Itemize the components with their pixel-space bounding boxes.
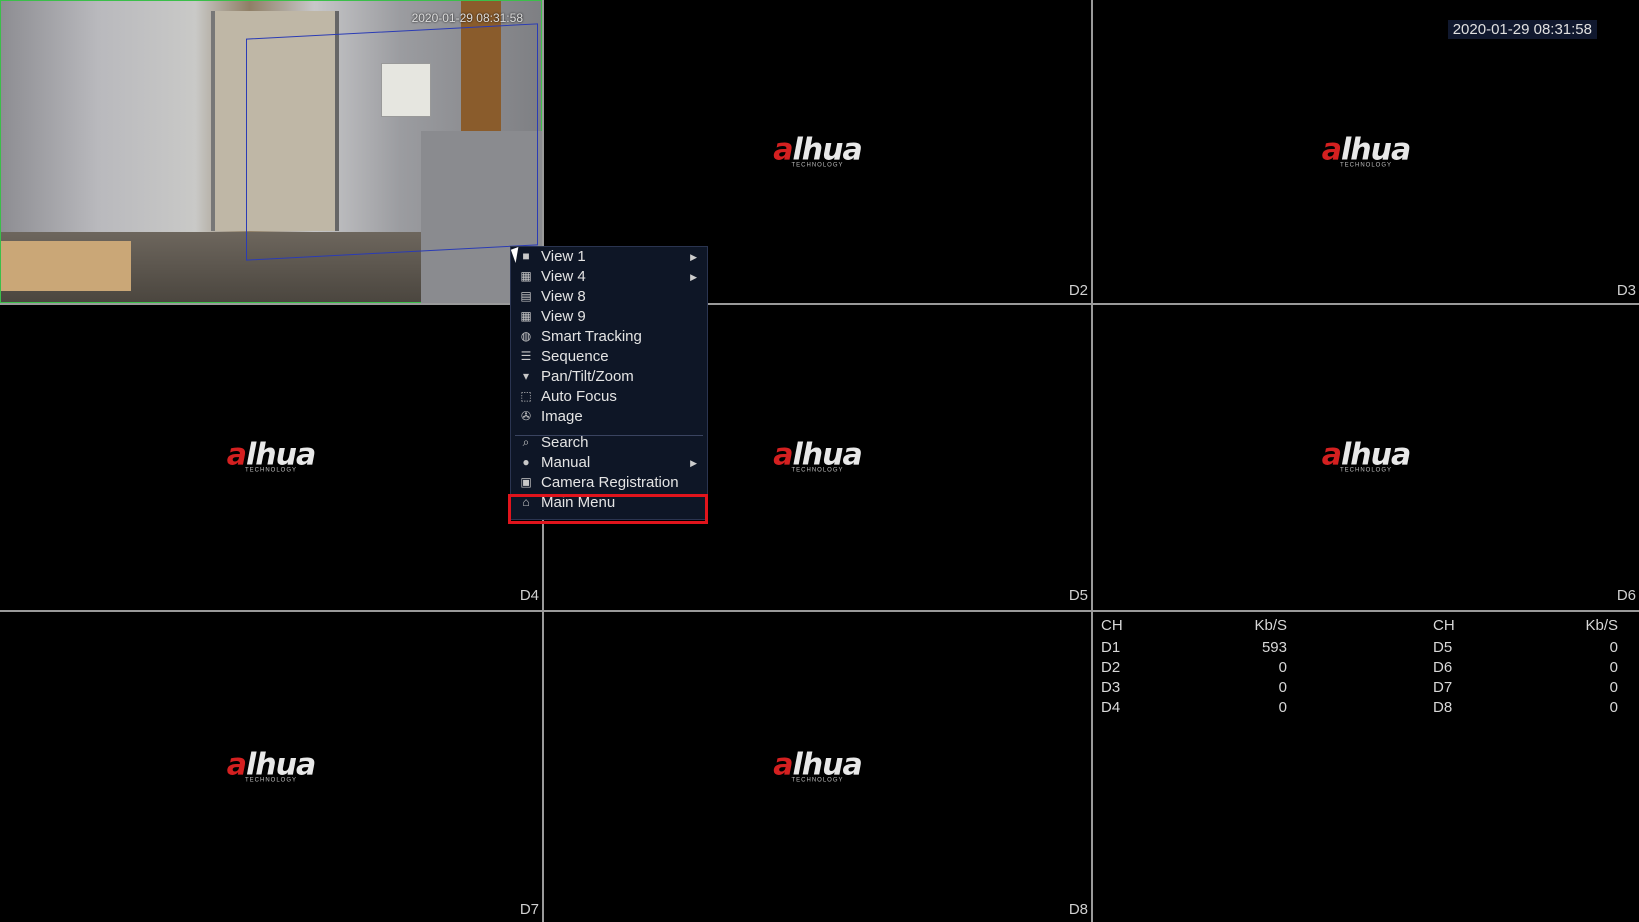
bitrate-value: 0 [1609,659,1618,676]
system-timestamp: 2020-01-29 08:31:58 [1447,20,1597,39]
channel-label: D5 [1068,587,1088,604]
bitrate-value: 593 [1261,639,1287,656]
camera-feed-d1[interactable]: 2020-01-29 08:31:58 [0,0,543,304]
dahua-logo: alhua TECHNOLOGY [1321,437,1412,474]
bitrate-channel: D4 [1101,699,1121,716]
dahua-logo: alhua TECHNOLOGY [226,437,317,474]
dahua-logo: alhua TECHNOLOGY [773,437,863,474]
feed-table [1,241,131,291]
main-menu-highlight [508,494,708,524]
search-icon: ⌕ [522,435,530,449]
submenu-arrow-icon: ▶ [690,458,697,468]
bitrate-channel: D2 [1101,659,1121,676]
channel-label: D4 [519,587,539,604]
bitrate-value: 0 [1278,659,1287,676]
menu-item-view-4[interactable]: ▦ View 4 ▶ [511,267,707,287]
menu-item-smart-tracking[interactable]: ◍ Smart Tracking [511,327,707,347]
bitrate-channel: D1 [1101,639,1121,656]
dahua-logo: alhua TECHNOLOGY [773,132,863,169]
camera-cell-d6[interactable]: alhua TECHNOLOGY D6 [1093,305,1639,608]
menu-item-label: View 9 [541,308,586,325]
bitrate-value: 0 [1278,679,1287,696]
channel-label: D2 [1068,282,1088,299]
menu-item-label: Camera Registration [541,474,679,491]
grid-divider [1091,0,1093,922]
feed-timestamp: 2020-01-29 08:31:58 [411,11,523,25]
bitrate-channel: D8 [1433,699,1453,716]
menu-item-view-9[interactable]: ▦ View 9 [511,307,707,327]
menu-item-label: View 4 [541,268,586,285]
bitrate-channel: D6 [1433,659,1453,676]
camera-cell-d8[interactable]: alhua TECHNOLOGY D8 [544,612,1091,922]
channel-label: D8 [1068,901,1088,918]
bitrate-row: D2 0 D6 0 [1090,659,1630,679]
context-menu: ■ View 1 ▶ ▦ View 4 ▶ ▤ View 8 ▦ View 9 ◍ Smart Tra… [510,246,708,520]
bitrate-channel: D5 [1433,639,1453,656]
menu-item-sequence[interactable]: ☰ Sequence [511,347,707,367]
camera-grid: 2020-01-29 08:31:58 alhua TECHNOLOGY D2 a… [0,0,1639,922]
camera-registration-icon: ▣ [520,475,532,489]
channel-label: D3 [1616,282,1636,299]
dahua-logo: alhua TECHNOLOGY [773,747,863,784]
menu-item-label: Auto Focus [541,388,617,405]
channel-label: D6 [1616,587,1636,604]
bitrate-channel: D3 [1101,679,1121,696]
camera-cell-d3[interactable]: alhua TECHNOLOGY 2020-01-29 08:31:58 D3 [1093,0,1639,303]
feed-roi-box [246,23,538,261]
ptz-icon: ▾ [522,369,530,383]
view9-icon: ▦ [520,309,532,323]
manual-icon: ● [522,455,530,469]
dahua-logo: alhua TECHNOLOGY [226,747,317,784]
menu-item-camera-registration[interactable]: ▣ Camera Registration [511,473,707,493]
menu-item-image[interactable]: ✇ Image [511,407,707,427]
menu-item-auto-focus[interactable]: ⬚ Auto Focus [511,387,707,407]
sequence-icon: ☰ [520,349,532,363]
menu-item-label: Smart Tracking [541,328,642,345]
auto-focus-icon: ⬚ [520,389,532,403]
bitrate-row: D3 0 D7 0 [1090,679,1630,699]
channel-label: D7 [519,901,539,918]
bitrate-header: CH Kb/S CH Kb/S [1101,617,1618,634]
submenu-arrow-icon: ▶ [690,272,697,282]
smart-tracking-icon: ◍ [520,329,532,343]
grid-divider [0,610,1639,612]
image-icon: ✇ [520,409,532,423]
menu-item-label: Pan/Tilt/Zoom [541,368,634,385]
menu-item-label: Sequence [541,348,609,365]
menu-item-label: Manual [541,454,591,471]
camera-cell-d7[interactable]: alhua TECHNOLOGY D7 [0,612,542,922]
menu-item-label: Search [541,434,589,451]
bitrate-value: 0 [1609,639,1618,656]
bitrate-value: 0 [1609,699,1618,716]
bitrate-value: 0 [1609,679,1618,696]
grid-divider [0,303,1639,305]
menu-item-label: View 1 [541,248,586,265]
menu-item-search[interactable]: ⌕ Search [511,433,707,453]
menu-item-view-1[interactable]: ■ View 1 ▶ [511,247,707,267]
bitrate-channel: D7 [1433,679,1453,696]
view8-icon: ▤ [520,289,532,303]
menu-item-view-8[interactable]: ▤ View 8 [511,287,707,307]
camera-cell-d4[interactable]: alhua TECHNOLOGY D4 [0,305,542,608]
dahua-logo: alhua TECHNOLOGY [1321,132,1412,169]
menu-item-label: Image [541,408,583,425]
bitrate-value: 0 [1278,699,1287,716]
view4-icon: ▦ [520,269,532,283]
menu-item-pan-tilt-zoom[interactable]: ▾ Pan/Tilt/Zoom [511,367,707,387]
menu-separator [515,435,703,436]
submenu-arrow-icon: ▶ [690,252,697,262]
menu-item-manual[interactable]: ● Manual ▶ [511,453,707,473]
menu-item-label: View 8 [541,288,586,305]
bitrate-row: D4 0 D8 0 [1090,699,1630,719]
bitrate-row: D1 593 D5 0 [1090,639,1630,659]
